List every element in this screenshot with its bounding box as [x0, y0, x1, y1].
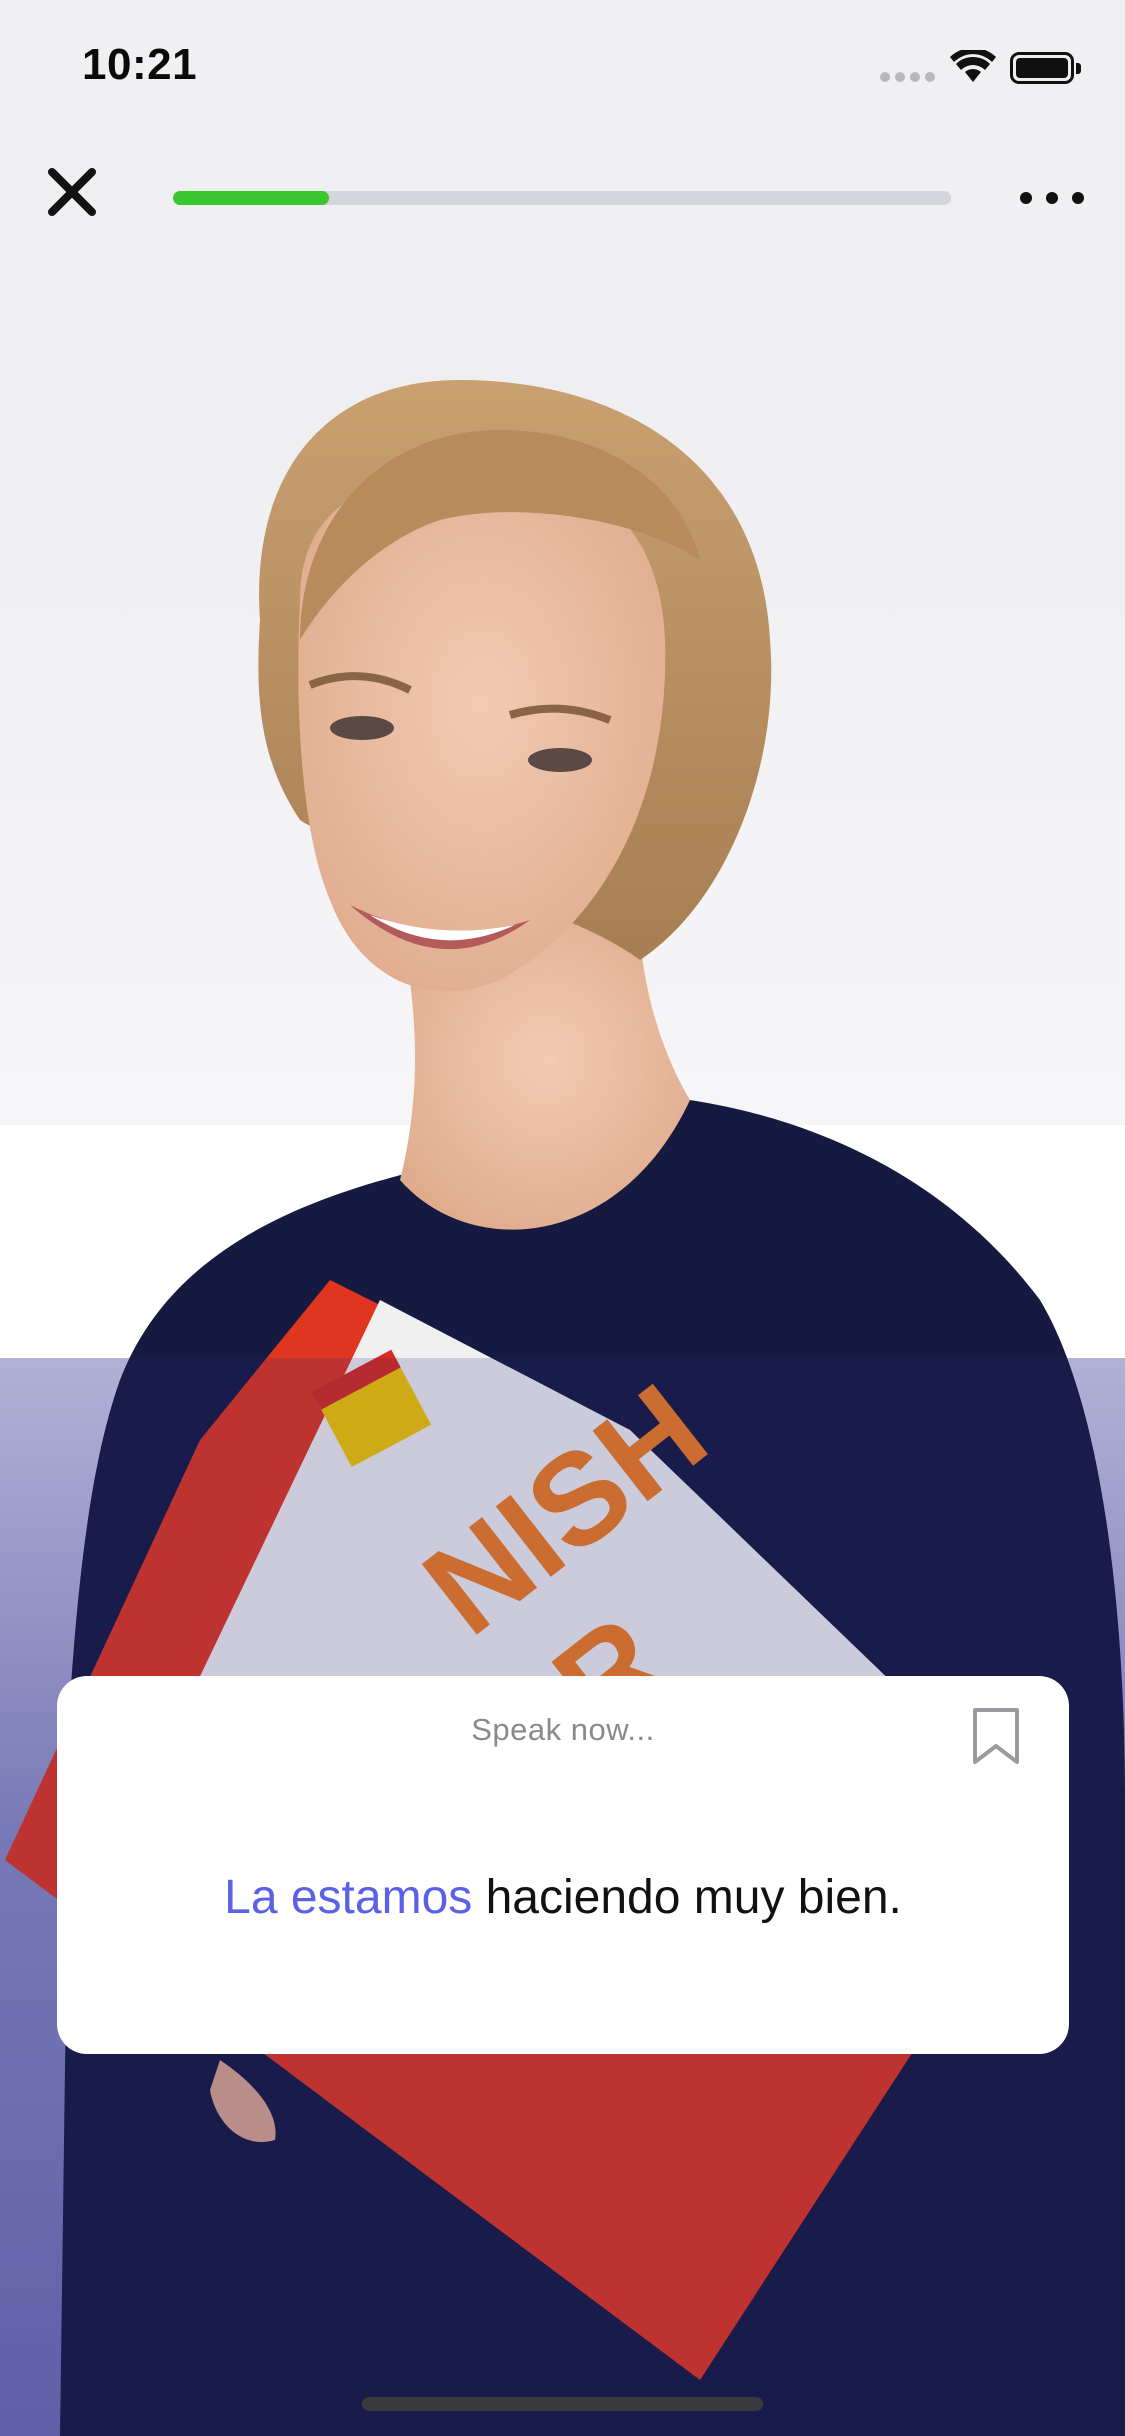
target-sentence: La estamos haciendo muy bien. — [57, 1870, 1069, 1925]
battery-full-icon — [1010, 52, 1081, 84]
cellular-signal-icon — [880, 72, 936, 84]
more-options-button[interactable] — [1020, 170, 1084, 226]
wifi-icon — [950, 50, 996, 82]
status-time: 10:21 — [82, 40, 198, 89]
sentence-spoken-part: La estamos — [224, 1871, 473, 1924]
home-indicator[interactable] — [362, 2397, 763, 2411]
lesson-progress-fill — [173, 191, 329, 205]
speech-card: Speak now... La estamos haciendo muy bie… — [57, 1676, 1069, 2054]
close-button[interactable] — [40, 160, 104, 224]
close-icon — [48, 168, 96, 216]
lesson-progress-bar — [173, 191, 951, 205]
more-horizontal-icon — [1020, 192, 1032, 204]
bookmark-icon[interactable] — [969, 1706, 1023, 1766]
speak-prompt: Speak now... — [471, 1712, 655, 1747]
sentence-remaining-part: haciendo muy bien. — [472, 1871, 902, 1924]
status-bar: 10:21 — [0, 0, 1125, 135]
